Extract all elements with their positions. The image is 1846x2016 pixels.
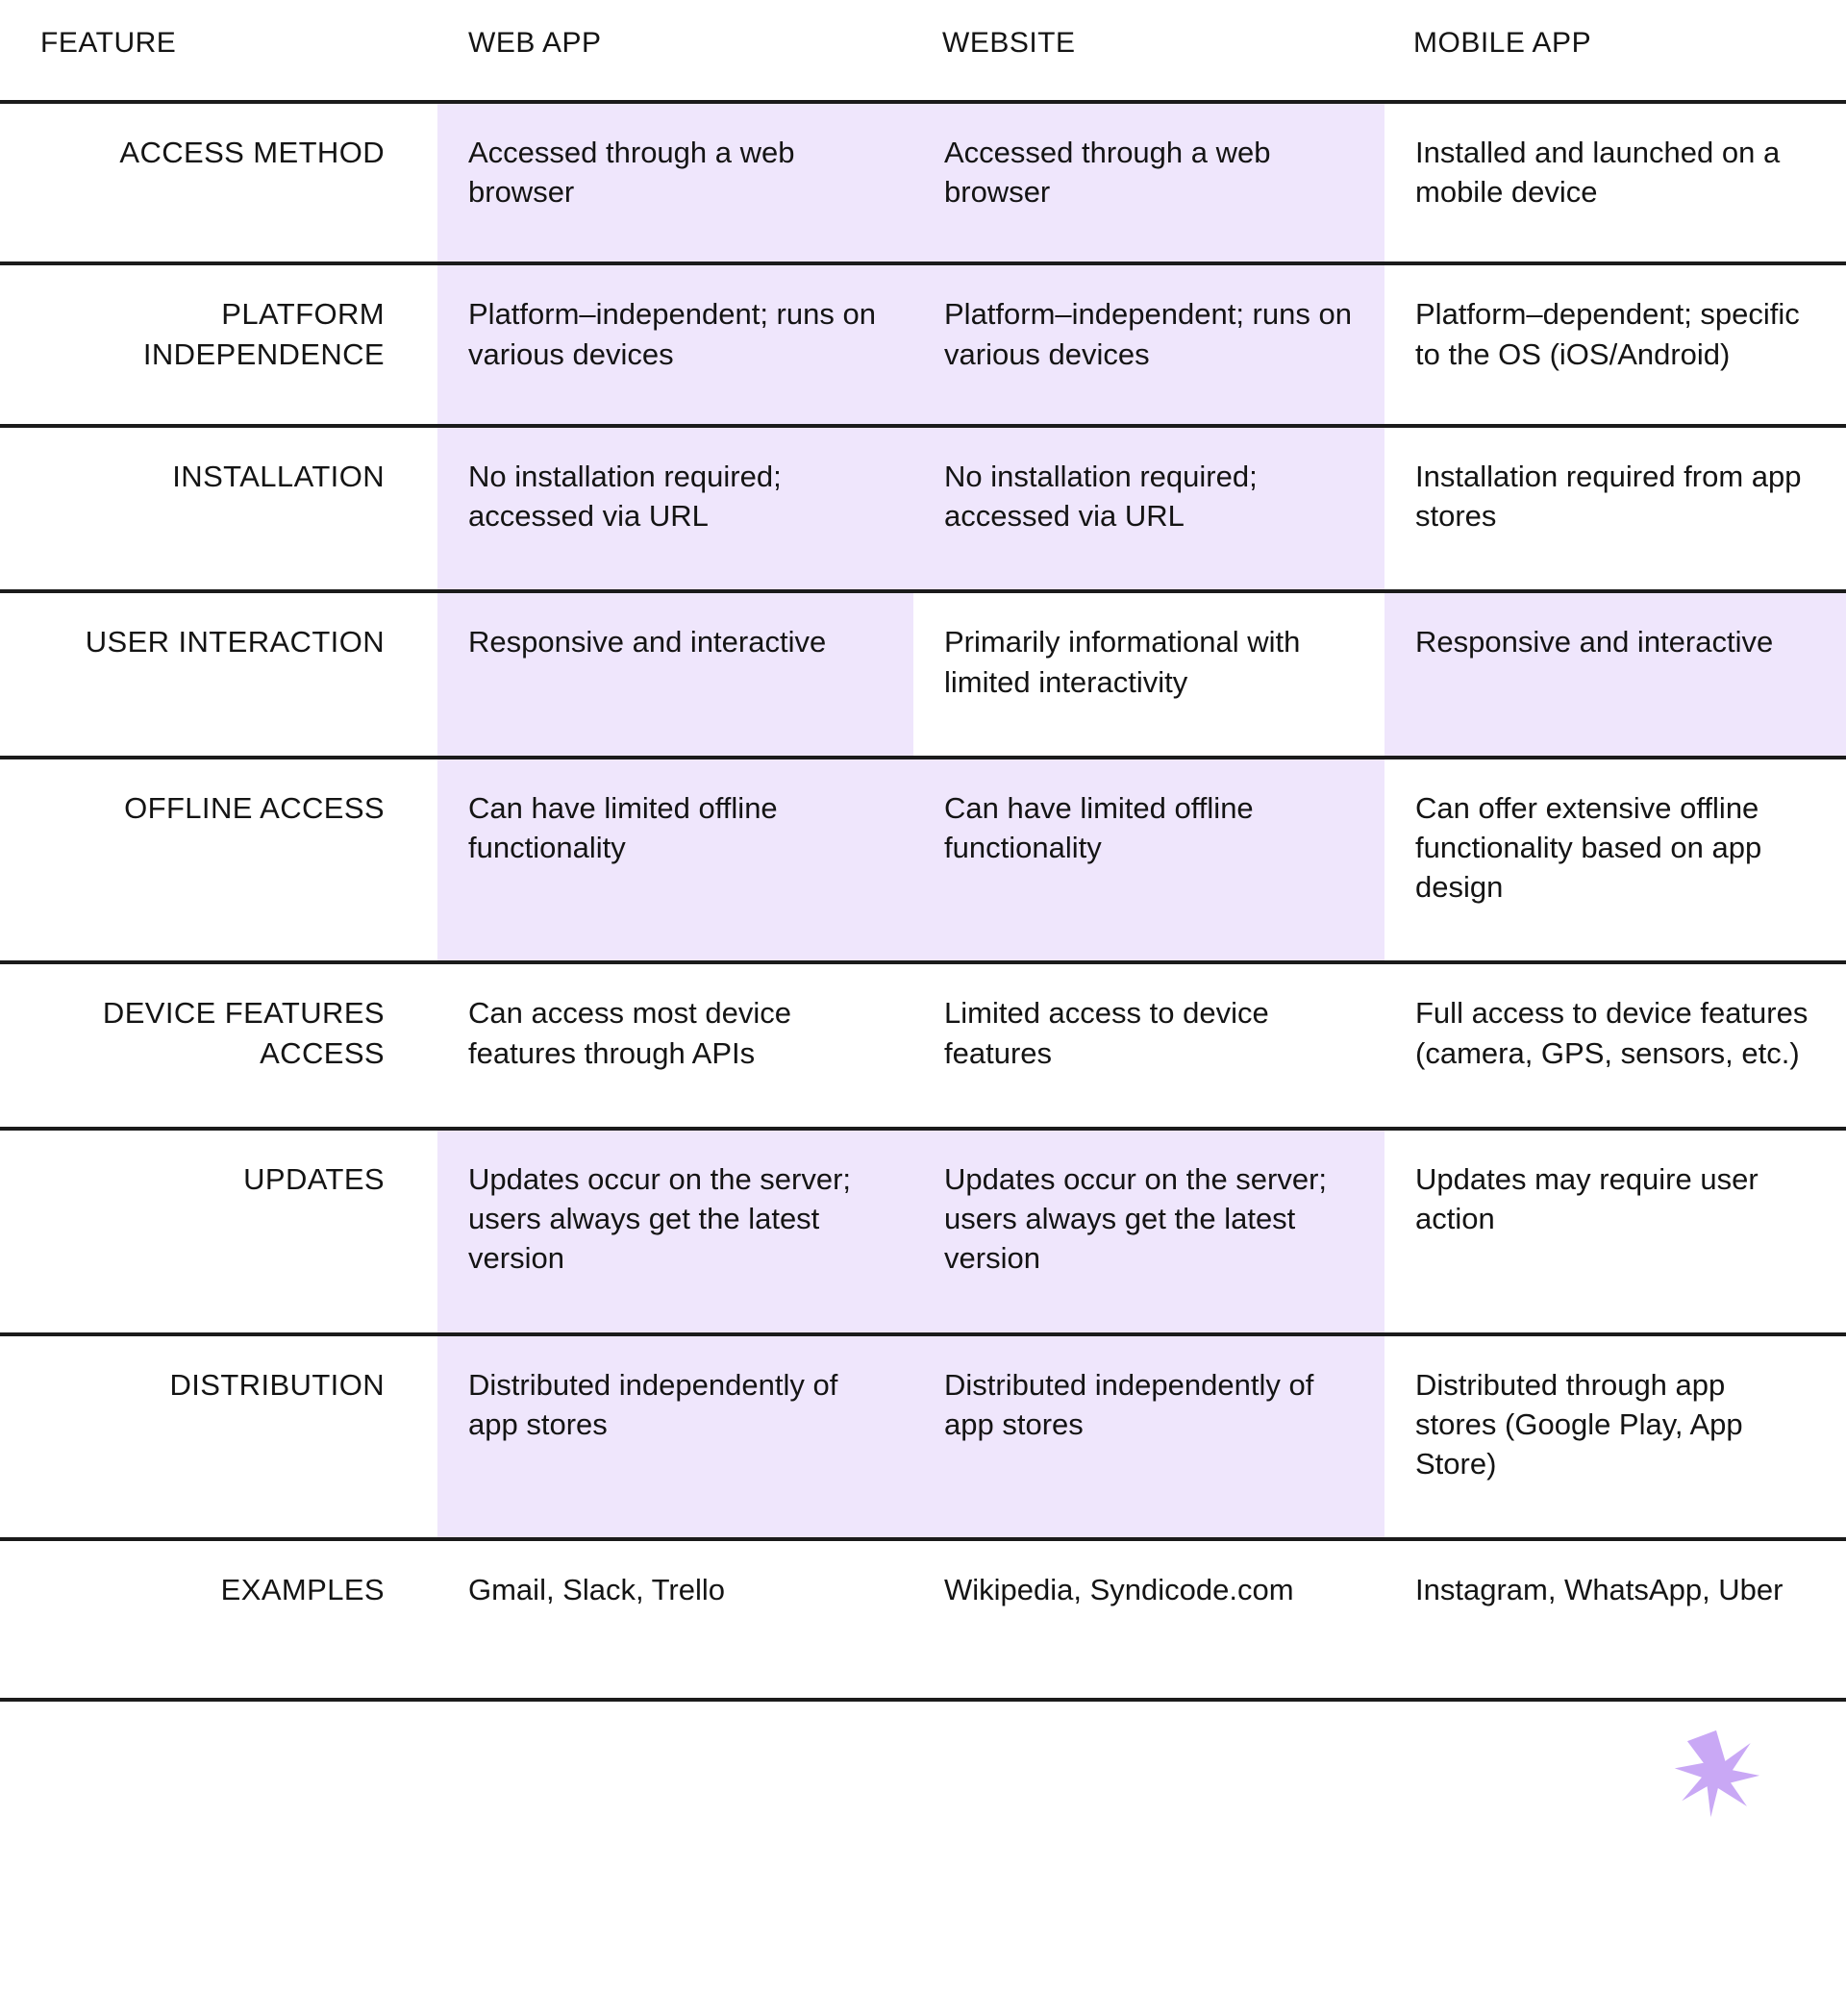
feature-label-cell: UPDATES xyxy=(0,1128,437,1336)
column-header-web-app: WEB APP xyxy=(437,0,913,104)
feature-label-cell: DEVICE FEATURES ACCESS xyxy=(0,962,437,1131)
cell-mobile-app: Full access to device features (camera, … xyxy=(1384,962,1846,1131)
cell-web-app: Gmail, Slack, Trello xyxy=(437,1539,913,1703)
cell-web-app: Platform–independent; runs on various de… xyxy=(437,263,913,428)
table-row: OFFLINE ACCESS Can have limited offline f… xyxy=(0,757,1846,965)
table-row: USER INTERACTION Responsive and interacti… xyxy=(0,591,1846,759)
table-footer-strip xyxy=(0,1702,1846,1854)
feature-label-cell: INSTALLATION xyxy=(0,425,437,594)
feature-label-cell: PLATFORM INDEPENDENCE xyxy=(0,263,437,428)
table-header-row: FEATURE WEB APP WEBSITE MOBILE APP xyxy=(0,0,1846,104)
table-row: EXAMPLES Gmail, Slack, Trello Wikipedia, S… xyxy=(0,1539,1846,1703)
feature-label-cell: EXAMPLES xyxy=(0,1539,437,1703)
feature-label-cell: ACCESS METHOD xyxy=(0,102,437,266)
cell-website: Wikipedia, Syndicode.com xyxy=(913,1539,1384,1703)
cell-mobile-app: Platform–dependent; specific to the OS (… xyxy=(1384,263,1846,428)
cell-mobile-app: Installed and launched on a mobile devic… xyxy=(1384,102,1846,266)
table-row: DEVICE FEATURES ACCESS Can access most de… xyxy=(0,962,1846,1131)
table-body: ACCESS METHOD Accessed through a web brow… xyxy=(0,102,1846,1703)
comparison-table-sheet: FEATURE WEB APP WEBSITE MOBILE APP ACCES… xyxy=(0,0,1846,2016)
column-header-mobile-app: MOBILE APP xyxy=(1384,0,1846,104)
cell-website: Primarily informational with limited int… xyxy=(913,591,1384,759)
feature-label-cell: USER INTERACTION xyxy=(0,591,437,759)
cell-website: Accessed through a web browser xyxy=(913,102,1384,266)
cell-mobile-app: Can offer extensive offline functionalit… xyxy=(1384,757,1846,965)
cell-mobile-app: Responsive and interactive xyxy=(1384,591,1846,759)
cell-web-app: Can have limited offline functionality xyxy=(437,757,913,965)
feature-label-cell: OFFLINE ACCESS xyxy=(0,757,437,965)
cell-mobile-app: Updates may require user action xyxy=(1384,1128,1846,1336)
cell-web-app: Can access most device features through … xyxy=(437,962,913,1131)
cell-website: Limited access to device features xyxy=(913,962,1384,1131)
table-row: DISTRIBUTION Distributed independently of… xyxy=(0,1333,1846,1542)
asterisk-icon xyxy=(1671,1729,1761,1819)
table-row: ACCESS METHOD Accessed through a web brow… xyxy=(0,102,1846,266)
cell-mobile-app: Instagram, WhatsApp, Uber xyxy=(1384,1539,1846,1703)
cell-website: Platform–independent; runs on various de… xyxy=(913,263,1384,428)
table-header: FEATURE WEB APP WEBSITE MOBILE APP xyxy=(0,0,1846,104)
feature-comparison-table: FEATURE WEB APP WEBSITE MOBILE APP ACCES… xyxy=(0,0,1846,1703)
table-row: PLATFORM INDEPENDENCE Platform–independen… xyxy=(0,263,1846,428)
cell-website: No installation required; accessed via U… xyxy=(913,425,1384,594)
cell-web-app: Updates occur on the server; users alway… xyxy=(437,1128,913,1336)
column-header-website: WEBSITE xyxy=(913,0,1384,104)
table-row: UPDATES Updates occur on the server; user… xyxy=(0,1128,1846,1336)
feature-label-cell: DISTRIBUTION xyxy=(0,1333,437,1542)
cell-mobile-app: Installation required from app stores xyxy=(1384,425,1846,594)
cell-web-app: Responsive and interactive xyxy=(437,591,913,759)
column-header-feature: FEATURE xyxy=(0,0,437,104)
cell-web-app: Accessed through a web browser xyxy=(437,102,913,266)
cell-mobile-app: Distributed through app stores (Google P… xyxy=(1384,1333,1846,1542)
cell-web-app: No installation required; accessed via U… xyxy=(437,425,913,594)
cell-website: Can have limited offline functionality xyxy=(913,757,1384,965)
cell-website: Distributed independently of app stores xyxy=(913,1333,1384,1542)
cell-web-app: Distributed independently of app stores xyxy=(437,1333,913,1542)
table-row: INSTALLATION No installation required; ac… xyxy=(0,425,1846,594)
cell-website: Updates occur on the server; users alway… xyxy=(913,1128,1384,1336)
